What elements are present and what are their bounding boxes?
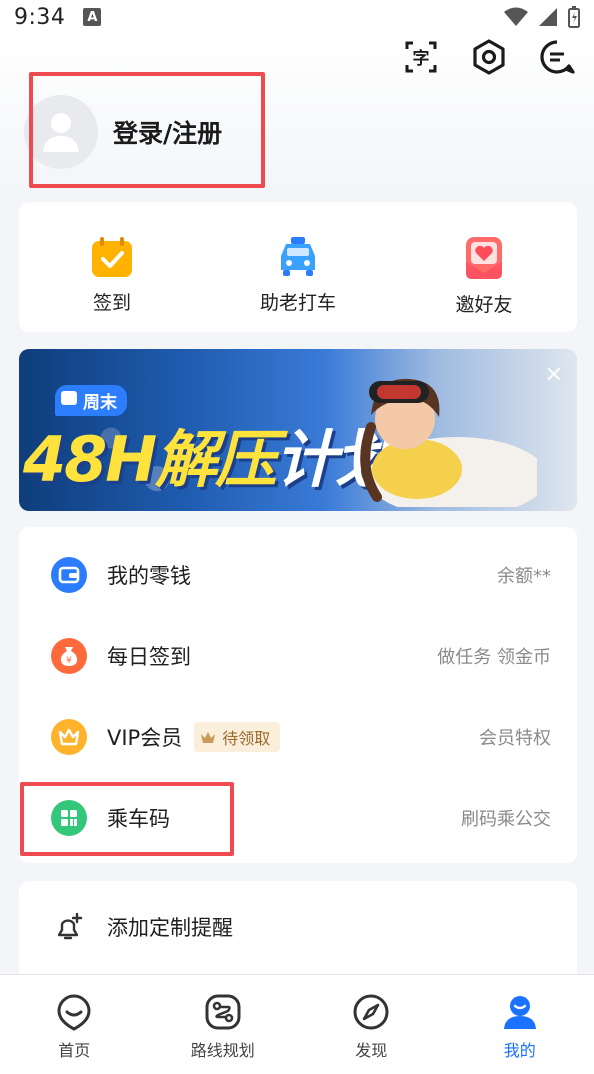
- vip-badge-label: 待领取: [222, 729, 271, 748]
- menu-right-text: 会员特权: [479, 728, 551, 749]
- bell-add-icon: [57, 912, 83, 940]
- tab-discover[interactable]: 发现: [297, 975, 446, 1074]
- status-time: 9:34: [14, 4, 66, 30]
- signal-icon: [539, 8, 557, 26]
- reminder-label: 添加定制提醒: [107, 916, 233, 940]
- wallet-icon: [51, 557, 87, 593]
- status-bar: 9:34 A: [0, 0, 594, 34]
- invite-heart-icon: [466, 237, 502, 279]
- top-toolbar: 字: [402, 38, 576, 76]
- profile-icon: [503, 996, 536, 1029]
- banner-title: 48H解压计划: [23, 409, 397, 499]
- tab-label: 发现: [355, 1041, 388, 1060]
- menu-label: 我的零钱: [107, 564, 191, 588]
- add-reminder-row[interactable]: 添加定制提醒: [19, 887, 577, 967]
- quick-item-invite[interactable]: 邀好友: [391, 202, 577, 332]
- route-icon: [205, 994, 241, 1030]
- menu-row-ride-code[interactable]: 乘车码 刷码乘公交: [19, 778, 577, 858]
- tab-label: 我的: [503, 1041, 536, 1060]
- taxi-icon: [281, 237, 315, 276]
- vip-pending-badge[interactable]: 待领取: [194, 722, 281, 752]
- default-avatar-icon: [43, 113, 79, 152]
- tab-route[interactable]: 路线规划: [149, 975, 298, 1074]
- menu-right-text: 做任务 领金币: [437, 647, 551, 668]
- tab-label: 路线规划: [190, 1041, 255, 1060]
- crown-icon: [201, 731, 216, 743]
- reminder-card: 添加定制提醒: [19, 881, 577, 981]
- menu-label: 乘车码: [107, 807, 170, 831]
- menu-row-daily-checkin[interactable]: ¥ 每日签到 做任务 领金币: [19, 616, 577, 696]
- tab-home[interactable]: 首页: [0, 975, 149, 1074]
- compass-icon: [353, 994, 389, 1030]
- calendar-check-icon: [92, 237, 132, 277]
- vip-crown-icon: [51, 719, 87, 755]
- coin-bag-icon: ¥: [51, 638, 87, 674]
- quick-item-label: 助老打车: [259, 292, 336, 314]
- quick-item-checkin[interactable]: 签到: [19, 202, 205, 332]
- profile-row[interactable]: 登录/注册: [24, 95, 222, 169]
- message-icon[interactable]: [538, 38, 576, 76]
- svg-text:字: 字: [413, 48, 430, 69]
- menu-list-card: 我的零钱 余额** ¥ 每日签到 做任务 领金币 VIP会员 待领取 会员特权 …: [19, 527, 577, 863]
- settings-icon[interactable]: [470, 38, 508, 76]
- tab-mine[interactable]: 我的: [446, 975, 594, 1074]
- menu-label: 每日签到: [107, 645, 191, 669]
- quick-actions-card: 签到 助老打车 邀好友: [19, 202, 577, 332]
- home-icon: [57, 994, 91, 1031]
- avatar[interactable]: [24, 95, 98, 169]
- qr-code-icon: [51, 800, 87, 836]
- tab-label: 首页: [58, 1041, 91, 1060]
- quick-item-label: 签到: [92, 292, 131, 314]
- banner-title-main: 48H解压: [23, 423, 277, 496]
- menu-label: VIP会员: [107, 726, 183, 750]
- wifi-icon: [504, 7, 528, 26]
- battery-icon: [568, 6, 580, 28]
- menu-right-text: 刷码乘公交: [461, 809, 551, 830]
- banner-person-illustration: [360, 378, 537, 507]
- quick-item-elder-taxi[interactable]: 助老打车: [205, 202, 391, 332]
- menu-label-vip: VIP会员 待领取: [107, 722, 281, 752]
- menu-row-wallet[interactable]: 我的零钱 余额**: [19, 535, 577, 615]
- status-right-icons: [504, 6, 580, 28]
- banner-close-button[interactable]: ✕: [545, 363, 563, 388]
- svg-text:¥: ¥: [66, 656, 72, 666]
- promo-banner[interactable]: 周末 48H解压计划 ✕: [19, 349, 577, 511]
- bottom-tab-bar: 首页 路线规划 发现 我的: [0, 974, 594, 1074]
- translate-icon[interactable]: 字: [402, 38, 440, 76]
- menu-right-text: 余额**: [497, 566, 551, 587]
- login-register-link[interactable]: 登录/注册: [113, 114, 222, 150]
- menu-row-vip[interactable]: VIP会员 待领取 会员特权: [19, 697, 577, 777]
- notification-a-icon: A: [83, 8, 102, 26]
- quick-item-label: 邀好友: [455, 294, 513, 316]
